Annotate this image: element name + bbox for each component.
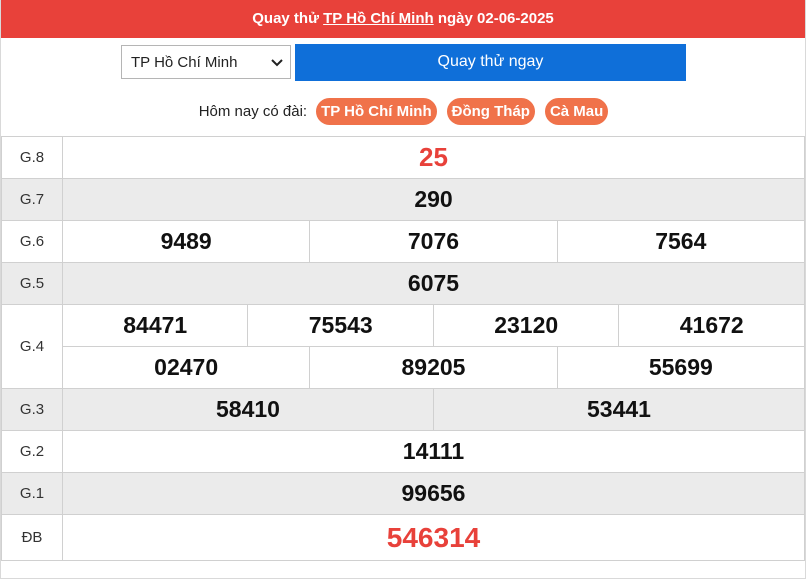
chevron-down-icon [271,59,283,67]
today-stations: Hôm nay có đài: TP Hồ Chí Minh Đồng Tháp… [1,86,805,136]
prize-row-g3: G.3 58410 53441 [1,388,806,431]
prize-number: 99656 [62,472,805,515]
prize-number: 53441 [432,388,806,431]
prize-row-g7: G.7 290 [1,178,805,221]
prize-number: 23120 [432,304,620,347]
prize-row-db: ĐB 546314 [1,514,805,561]
results-table: G.8 25 G.7 290 G.6 9489 7076 7564 G.5 60… [1,136,806,561]
lottery-widget: Quay thử TP Hồ Chí Minh ngày 02-06-2025 … [0,0,806,579]
today-label: Hôm nay có đài: [198,102,308,120]
prize-number: 84471 [61,304,249,347]
station-select-value: TP Hồ Chí Minh [131,53,238,71]
prize-label: G.7 [1,178,63,221]
prize-row-g2: G.2 14111 [1,430,805,473]
prize-number: 58410 [62,388,434,431]
prize-label: G.3 [1,388,63,431]
special-prize-number: 546314 [62,514,805,561]
prize-row-g4-b: 02470 89205 55699 [2,346,806,389]
station-pill-hcm[interactable]: TP Hồ Chí Minh [316,97,437,125]
prize-label: G.2 [1,430,63,473]
station-pill-dong-thap[interactable]: Đồng Tháp [446,97,535,125]
prize-label: ĐB [1,514,63,561]
prize-number: 55699 [556,346,806,389]
station-select[interactable]: TP Hồ Chí Minh [121,45,291,79]
prize-label: G.5 [1,262,63,305]
prize-number: 89205 [309,346,558,389]
spin-now-button[interactable]: Quay thử ngay [295,43,686,81]
prize-label: G.6 [1,220,63,263]
prize-label: G.4 [1,304,63,389]
prize-number: 7076 [309,220,558,263]
prize-row-g4-a: G.4 84471 75543 23120 41672 [1,304,805,389]
title-date: ngày 02-06-2025 [437,10,554,27]
prize-number: 290 [62,178,805,221]
title-station-link[interactable]: TP Hồ Chí Minh [323,10,434,27]
prize-number: 02470 [61,346,311,389]
prize-number: 9489 [61,220,311,263]
controls-row: TP Hồ Chí Minh Quay thử ngay [1,38,805,86]
prize-number: 41672 [618,304,805,347]
prize-row-g1: G.1 99656 [1,472,805,515]
prize-number: 14111 [62,430,805,473]
prize-row-g8: G.8 25 [1,136,805,179]
prize-row-g5: G.5 6075 [1,262,805,305]
prize-label: G.8 [1,136,63,179]
prize-number: 7564 [556,220,806,263]
station-pill-ca-mau[interactable]: Cà Mau [544,97,609,125]
prize-number: 6075 [62,262,805,305]
prize-number: 25 [62,136,805,179]
title-bar: Quay thử TP Hồ Chí Minh ngày 02-06-2025 [1,0,805,38]
prize-label: G.1 [1,472,63,515]
prize-row-g6: G.6 9489 7076 7564 [1,220,806,263]
title-prefix: Quay thử [252,10,319,27]
prize-number: 75543 [247,304,434,347]
